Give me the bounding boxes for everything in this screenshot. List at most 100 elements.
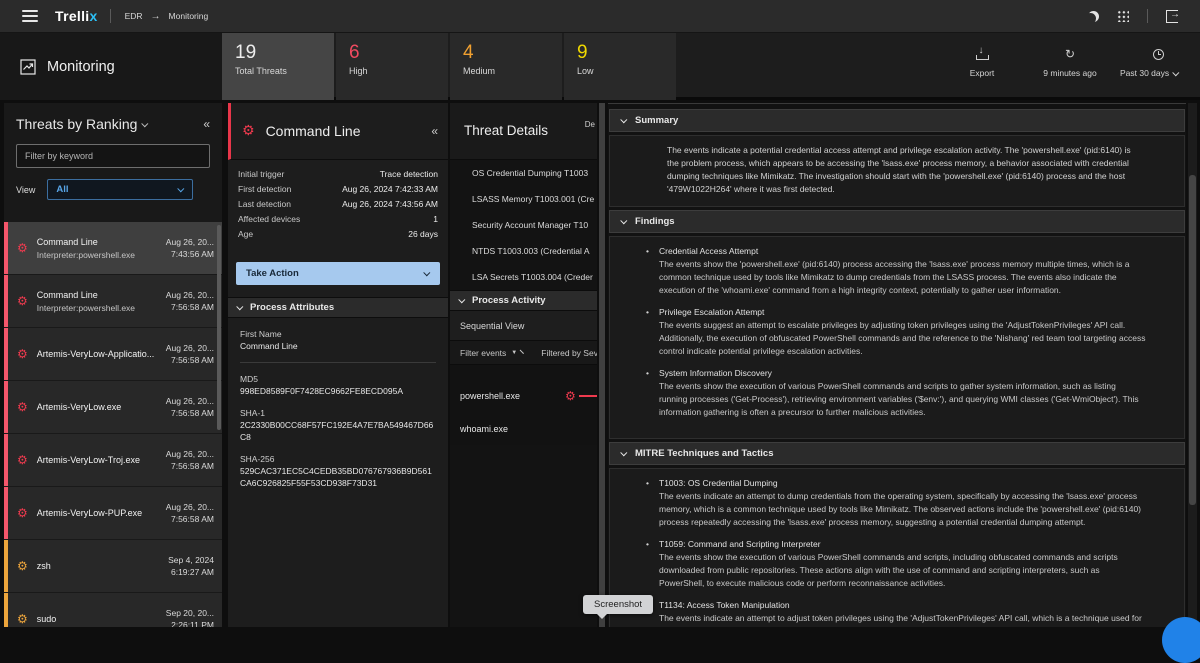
view-dropdown[interactable]: All [47, 179, 193, 200]
process-name: powershell.exe [460, 391, 520, 401]
threat-list-item[interactable]: ⚙ Artemis-VeryLow.exe Aug 26, 20...7:56:… [4, 381, 222, 433]
tab-low[interactable]: 9 Low [564, 33, 676, 100]
threat-name: zsh [37, 561, 51, 571]
threat-list-scrollbar[interactable] [217, 225, 221, 430]
first-name-value: Command Line [240, 340, 436, 352]
collapse-panel-icon[interactable]: « [203, 117, 210, 131]
threat-list-item[interactable]: ⚙ Artemis-VeryLow-Troj.exe Aug 26, 20...… [4, 434, 222, 486]
time-range-selector[interactable]: Past 30 days [1120, 47, 1196, 78]
chevron-down-icon [236, 303, 243, 310]
logout-icon[interactable] [1166, 10, 1178, 23]
tab-high[interactable]: 6 High [336, 33, 448, 100]
medium-label: Medium [463, 66, 562, 76]
findings-section-header[interactable]: Findings [609, 210, 1185, 233]
trellix-logo[interactable]: Trellix [55, 8, 98, 24]
summary-text: The events indicate a potential credenti… [609, 135, 1185, 207]
take-action-button[interactable]: Take Action [236, 262, 440, 285]
export-button[interactable]: ↓ Export [958, 47, 1006, 78]
dark-mode-icon[interactable] [1088, 11, 1099, 22]
severity-bar [4, 487, 8, 539]
view-dropdown-value: All [56, 184, 68, 195]
help-fab-button[interactable] [1162, 617, 1200, 663]
technique-item[interactable]: Security Account Manager T10 [450, 212, 597, 238]
severity-bar [4, 275, 8, 327]
process-node[interactable]: whoami.exe [450, 412, 597, 445]
threat-gear-icon: ⚙ [17, 612, 28, 626]
filter-events-control[interactable]: Filter events ▼ Filtered by Seve [450, 341, 597, 365]
sha256-value: 529CAC371EC5C4CEDB35BD076767936B9D561CA6… [240, 465, 436, 489]
md5-value: 998ED8589F0F7428EC9662FE8ECD095A [240, 385, 436, 397]
high-label: High [349, 66, 448, 76]
threat-details-panel: Threat Details De OS Credential Dumping … [450, 103, 597, 627]
technique-item[interactable]: OS Credential Dumping T1003 [450, 160, 597, 186]
threat-list-item[interactable]: ⚙ Artemis-VeryLow-Applicatio... Aug 26, … [4, 328, 222, 380]
threat-list-item[interactable]: ⚙ Command Line Interpreter:powershell.ex… [4, 222, 222, 274]
threat-name: Artemis-VeryLow-Troj.exe [37, 455, 140, 465]
export-label: Export [958, 68, 1006, 78]
threat-gear-icon: ⚙ [17, 506, 28, 520]
low-count: 9 [577, 43, 676, 63]
time-range-label: Past 30 days [1120, 68, 1169, 78]
mitre-title: MITRE Techniques and Tactics [635, 448, 773, 459]
technique-item[interactable]: LSASS Memory T1003.001 (Cre [450, 186, 597, 212]
app-grid-icon[interactable] [1117, 10, 1129, 22]
process-attributes-header[interactable]: Process Attributes [228, 297, 448, 318]
threats-by-ranking-panel: Threats by Ranking « View All ⚙ Command … [4, 103, 222, 627]
mitre-section-header[interactable]: MITRE Techniques and Tactics [609, 442, 1185, 465]
threat-time: 7:56:58 AM [166, 407, 214, 419]
page-title: Monitoring [47, 59, 115, 75]
filter-keyword-input[interactable] [16, 144, 210, 168]
field-value: Aug 26, 2024 7:43:56 AM [342, 199, 438, 211]
breadcrumb-page[interactable]: Monitoring [169, 11, 209, 21]
finding-title: Credential Access Attempt [659, 245, 1146, 258]
hamburger-menu-icon[interactable] [22, 10, 38, 22]
threat-date: Aug 26, 20... [166, 501, 214, 513]
first-name-label: First Name [240, 328, 436, 340]
refresh-button[interactable]: ↻ 9 minutes ago [1035, 47, 1105, 78]
md5-label: MD5 [240, 373, 436, 385]
threat-name: Artemis-VeryLow-PUP.exe [37, 508, 142, 518]
funnel-icon: ▼ [511, 350, 517, 356]
chevron-down-icon [620, 116, 627, 123]
threat-time: 2:26:11 PM [166, 619, 214, 627]
mitre-item: T1134: Access Token Manipulation The eve… [646, 599, 1146, 627]
technique-list: OS Credential Dumping T1003 LSASS Memory… [450, 160, 597, 290]
monitoring-icon [20, 59, 36, 75]
breadcrumb-app[interactable]: EDR [125, 11, 143, 21]
breadcrumb: EDR → Monitoring [125, 11, 209, 22]
technique-item[interactable]: LSA Secrets T1003.004 (Creder [450, 264, 597, 290]
high-count: 6 [349, 43, 448, 63]
summary-section-header[interactable]: Summary [609, 109, 1185, 132]
threat-list-item[interactable]: ⚙ zsh Sep 4, 20246:19:27 AM [4, 540, 222, 592]
mitre-item-title: T1003: OS Credential Dumping [659, 477, 1146, 490]
severity-bar [4, 328, 8, 380]
threat-list-item[interactable]: ⚙ Command Line Interpreter:powershell.ex… [4, 275, 222, 327]
threat-list-item[interactable]: ⚙ sudo Sep 20, 20...2:26:11 PM [4, 593, 222, 627]
collapse-panel-icon[interactable]: « [431, 124, 438, 138]
chevron-down-icon [423, 269, 430, 276]
process-node[interactable]: powershell.exe ⚙ [450, 379, 597, 412]
process-activity-header[interactable]: Process Activity [450, 290, 597, 311]
analysis-scrollbar-thumb[interactable] [1189, 175, 1196, 505]
threat-summary-bar: Monitoring 19 Total Threats 6 High 4 Med… [0, 33, 1200, 100]
threat-date: Aug 26, 20... [166, 395, 214, 407]
finding-body: The events show the 'powershell.exe' (pi… [659, 258, 1146, 297]
chevron-down-icon [520, 350, 524, 354]
threat-date: Aug 26, 20... [166, 236, 214, 248]
mitre-item-title: T1059: Command and Scripting Interpreter [659, 538, 1146, 551]
panel-scrollbar[interactable] [599, 103, 605, 627]
threat-detail-title: Command Line [266, 123, 361, 139]
ranking-panel-title[interactable]: Threats by Ranking [16, 116, 137, 132]
threat-list-item[interactable]: ⚙ Artemis-VeryLow-PUP.exe Aug 26, 20...7… [4, 487, 222, 539]
threat-time: 7:43:56 AM [166, 248, 214, 260]
sha1-value: 2C2330B00CC68F57FC192E4A7E7BA549467D66C8 [240, 419, 436, 443]
field-value: Aug 26, 2024 7:42:33 AM [342, 184, 438, 196]
breadcrumb-arrow-icon: → [151, 11, 161, 22]
tab-total-threats[interactable]: 19 Total Threats [222, 33, 334, 100]
mitre-item-title: T1134: Access Token Manipulation [659, 599, 1146, 612]
technique-item[interactable]: NTDS T1003.003 (Credential A [450, 238, 597, 264]
sequential-view-tab[interactable]: Sequential View [450, 311, 597, 341]
chevron-down-icon[interactable] [142, 120, 149, 127]
threat-time: 7:56:58 AM [166, 301, 214, 313]
tab-medium[interactable]: 4 Medium [450, 33, 562, 100]
